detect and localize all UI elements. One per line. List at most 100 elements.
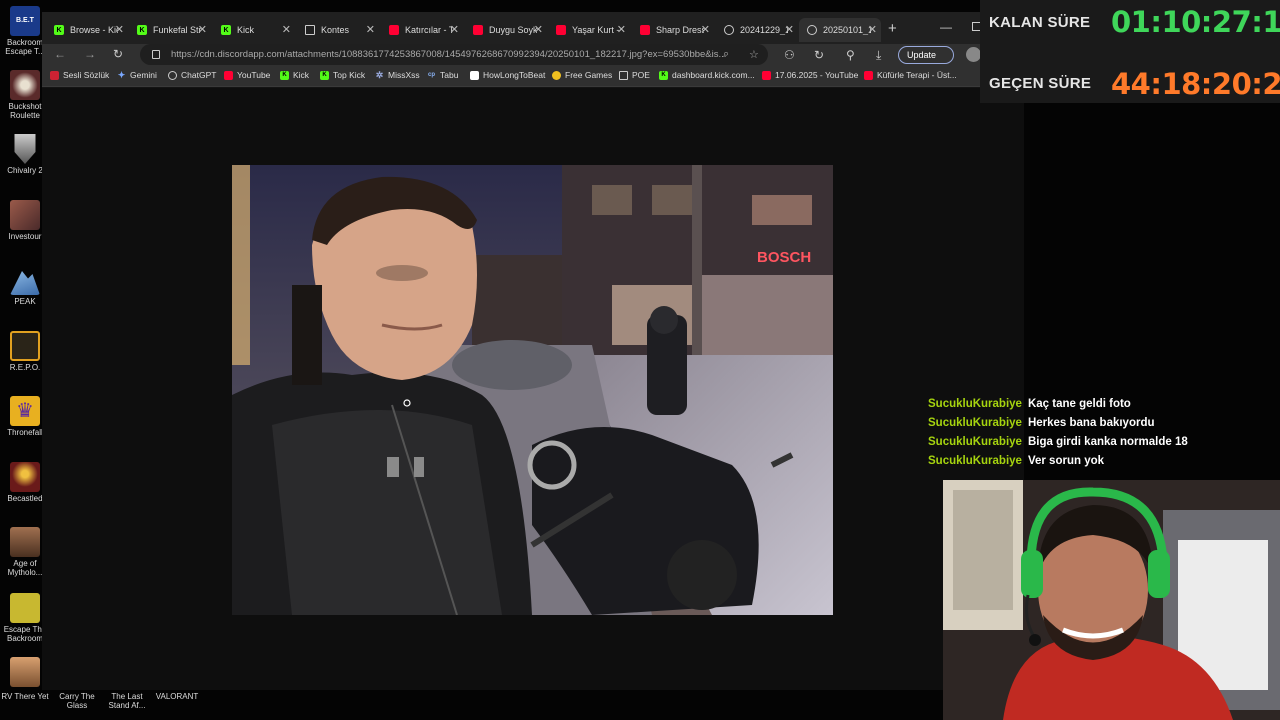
timer-remaining: KALAN SÜRE 01:10:27:19 [980, 0, 1280, 50]
desktop-icon-carry-the-glass[interactable]: Carry The Glass [52, 692, 102, 710]
forward-arrow-icon[interactable]: → [84, 47, 96, 61]
tag-icon [552, 70, 561, 80]
desktop-icon-last-stand[interactable]: The Last Stand Af... [102, 692, 152, 710]
globe-icon [724, 25, 734, 35]
thronefall-crown-icon: ♛ [10, 396, 40, 426]
bookmark-label: Küfürle Terapi - Üst... [877, 70, 957, 80]
kick-icon: K [54, 25, 64, 35]
profile-avatar[interactable] [966, 47, 981, 62]
bookmarks-bar: Sesli Sözlük ✦ Gemini ChatGPT YouTube K … [42, 66, 1024, 87]
gemini-icon: ✦ [117, 69, 126, 80]
bookmark-label: Kick [293, 70, 310, 80]
site-info-icon[interactable] [152, 50, 160, 59]
address-bar[interactable]: https://cdn.discordapp.com/attachments/1… [140, 44, 768, 65]
bookmark-poe[interactable]: POE [619, 70, 650, 80]
desktop-icon-valorant[interactable]: VALORANT [152, 692, 202, 701]
tab-yasar-kurt[interactable]: Yaşar Kurt - ✕ [548, 18, 630, 42]
investour-icon [10, 200, 40, 230]
bookmark-howlongtobeat[interactable]: HowLongToBeat [470, 70, 545, 80]
chat-overlay: SucukluKurabiye Kaç tane geldi foto Sucuk… [920, 396, 1280, 476]
chat-text: Ver sorun yok [1027, 455, 1105, 467]
bookmark-label: Sesli Sözlük [63, 70, 110, 80]
minimize-button[interactable]: — [940, 20, 952, 34]
bookmark-label: Gemini [130, 70, 157, 80]
tab-title: Sharp Dress [656, 25, 704, 35]
address-url: https://cdn.discordapp.com/attachments/1… [171, 49, 727, 60]
tab-katircilar[interactable]: Katırcılar - T ✕ [381, 18, 463, 42]
timer-elapsed-value: 44:18:20:24 [1111, 67, 1280, 101]
close-icon[interactable]: ✕ [450, 23, 459, 36]
close-icon[interactable]: ✕ [701, 23, 710, 36]
tab-title: 20241229_1 [740, 25, 788, 35]
muted-speaker-icon[interactable] [305, 25, 315, 35]
close-icon[interactable]: ✕ [868, 23, 877, 36]
close-icon[interactable]: ✕ [617, 23, 626, 36]
bookmark-youtube[interactable]: YouTube [224, 70, 270, 80]
chat-username: SucukluKurabiye [928, 417, 1022, 429]
bookmark-label: YouTube [237, 70, 271, 80]
youtube-icon [556, 25, 566, 35]
youtube-icon [473, 25, 483, 35]
tab-kontes[interactable]: Kontes ✕ [297, 18, 379, 42]
star-icon[interactable]: ☆ [749, 48, 759, 61]
bookmark-kufurle-terapi[interactable]: Küfürle Terapi - Üst... [864, 70, 957, 80]
tab-funkefal[interactable]: K Funkefal Str ✕ [129, 18, 211, 42]
tab-20241229[interactable]: 20241229_1 ✕ [716, 18, 798, 42]
bookmark-label: Tabu [440, 70, 459, 80]
desktop-icon-label: Age of Mytholo... [7, 559, 43, 577]
bookmark-top-kick[interactable]: K Top Kick [320, 70, 365, 80]
chatgpt-icon [168, 70, 177, 80]
bookmark-free-games[interactable]: Free Games [552, 70, 612, 80]
photo-selfie-motorcycle[interactable]: BOSCH [232, 165, 833, 615]
chat-text: Kaç tane geldi foto [1027, 398, 1131, 410]
chat-username: SucukluKurabiye [928, 455, 1022, 467]
tab-duygu[interactable]: Duygu Soyk ✕ [465, 18, 547, 42]
close-icon[interactable]: ✕ [198, 23, 207, 36]
desktop-icon-label: Escape The Backroom [3, 625, 47, 643]
close-icon[interactable]: ✕ [534, 23, 543, 36]
chat-message: SucukluKurabiye Biga girdi kanka normalde… [928, 436, 1188, 448]
desktop-icon-label: R.E.P.O. [9, 363, 41, 372]
desktop-icon-rv-label[interactable]: RV There Yet [0, 692, 50, 701]
backroom-escape-icon: B.E.T [10, 6, 40, 36]
back-arrow-icon[interactable]: ← [54, 47, 66, 61]
bookmark-kick[interactable]: K Kick [280, 70, 309, 80]
zoom-icon[interactable]: ⌕ [723, 48, 729, 61]
bookmark-tabu[interactable]: cp Tabu [427, 70, 458, 80]
photo-illustration: BOSCH [232, 165, 833, 615]
peak-mountain-icon [10, 271, 40, 295]
bookmark-label: 17.06.2025 - YouTube [775, 70, 859, 80]
tab-kick[interactable]: K Kick ✕ [213, 18, 295, 42]
extension-icon[interactable]: ⚇ [784, 48, 795, 62]
tab-20250101[interactable]: 20250101_1 ✕ [799, 18, 881, 42]
update-button[interactable]: Update [898, 46, 954, 64]
sync-icon[interactable]: ↻ [814, 48, 824, 62]
bookmark-sesli-sozluk[interactable]: Sesli Sözlük [50, 70, 109, 80]
tab-browse-kick[interactable]: K Browse - Kic ✕ [46, 18, 128, 42]
desktop-icon-label: Investour [8, 232, 42, 241]
kick-icon: K [280, 70, 289, 80]
tab-title: Yaşar Kurt - [572, 25, 620, 35]
desktop-icon-label: Buckshot Roulette [8, 102, 42, 120]
download-icon[interactable]: ⤓ [876, 48, 881, 63]
desktop-icon-label: VALORANT [155, 692, 199, 701]
desktop-icon-label: PEAK [14, 297, 36, 306]
chivalry-shield-icon [14, 134, 36, 164]
bookmark-missxss[interactable]: ✲ MissXss [375, 70, 420, 81]
reload-icon[interactable]: ↻ [113, 47, 123, 61]
desktop-icon-label: Becastled [7, 494, 43, 503]
close-icon[interactable]: ✕ [785, 23, 794, 36]
close-icon[interactable]: ✕ [366, 23, 375, 36]
close-icon[interactable]: ✕ [282, 23, 291, 36]
new-tab-button[interactable]: + [888, 20, 897, 37]
globe-icon [807, 25, 817, 35]
desktop-icon-label: Chivalry 2 [7, 166, 43, 175]
close-icon[interactable]: ✕ [115, 23, 124, 36]
bookmark-youtube-17062025[interactable]: 17.06.2025 - YouTube [762, 70, 858, 80]
tab-sharp-dress[interactable]: Sharp Dress ✕ [632, 18, 714, 42]
bookmark-dashboard-kick[interactable]: K dashboard.kick.com... [659, 70, 755, 80]
chat-message: SucukluKurabiye Ver sorun yok [928, 455, 1104, 467]
bookmark-chatgpt[interactable]: ChatGPT [168, 70, 216, 80]
puzzle-icon[interactable]: ⚲ [846, 48, 855, 62]
bookmark-gemini[interactable]: ✦ Gemini [117, 69, 157, 81]
